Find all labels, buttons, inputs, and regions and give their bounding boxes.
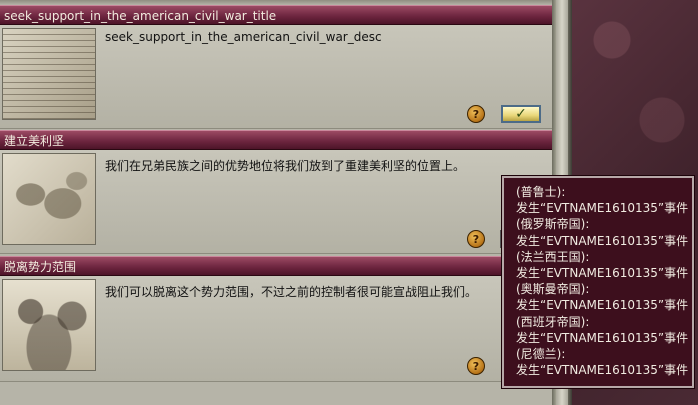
document-manuscript-image — [2, 28, 96, 120]
tooltip-line: (法兰西王国): — [516, 249, 590, 264]
tooltip-line: (奥斯曼帝国): — [516, 282, 590, 297]
tooltip-line: 发生“EVTNAME1610135”事件 — [516, 363, 689, 378]
event-entry-2: 我们在兄弟民族之间的优势地位将我们放到了重建美利坚的位置上。 ? — [0, 150, 552, 254]
tooltip-line: 发生“EVTNAME1610135”事件 — [516, 298, 689, 313]
tooltip-line: (俄罗斯帝国): — [516, 217, 590, 232]
event-description-3: 我们可以脱离这个势力范围，不过之前的控制者很可能宣战阻止我们。 — [105, 285, 478, 299]
tooltip-line: (尼德兰): — [516, 347, 566, 362]
event-title-1: seek_support_in_the_american_civil_war_t… — [0, 5, 552, 25]
event-entry-1: seek_support_in_the_american_civil_war_d… — [0, 25, 552, 129]
tooltip-line: 发生“EVTNAME1610135”事件 — [516, 330, 689, 345]
tooltip-line: (西班牙帝国): — [516, 314, 590, 329]
tooltip-line: (普鲁士): — [516, 185, 566, 199]
event-title-3: 脱离势力范围 — [0, 256, 552, 276]
accept-button[interactable]: ✓ — [501, 105, 541, 123]
help-button-2[interactable]: ? — [467, 230, 485, 248]
world-map-image — [2, 153, 96, 245]
event-description-1: seek_support_in_the_american_civil_war_d… — [105, 30, 382, 44]
event-entry-3: 我们可以脱离这个势力范围，不过之前的控制者很可能宣战阻止我们。 ? — [0, 276, 552, 382]
event-list-panel: seek_support_in_the_american_civil_war_t… — [0, 0, 553, 405]
event-description-2: 我们在兄弟民族之间的优势地位将我们放到了重建美利坚的位置上。 — [105, 159, 466, 173]
lion-cartoon-image — [2, 279, 96, 371]
tooltip-line: 发生“EVTNAME1610135”事件 — [516, 201, 689, 216]
tooltip-line: 发生“EVTNAME1610135”事件 — [516, 266, 689, 281]
help-button-3[interactable]: ? — [467, 357, 485, 375]
tooltip-line: 发生“EVTNAME1610135”事件 — [516, 233, 689, 248]
help-button-1[interactable]: ? — [467, 105, 485, 123]
event-title-2: 建立美利坚 — [0, 130, 552, 150]
event-tooltip: (普鲁士): 发生“EVTNAME1610135”事件 (俄罗斯帝国): 发生“… — [502, 176, 694, 388]
